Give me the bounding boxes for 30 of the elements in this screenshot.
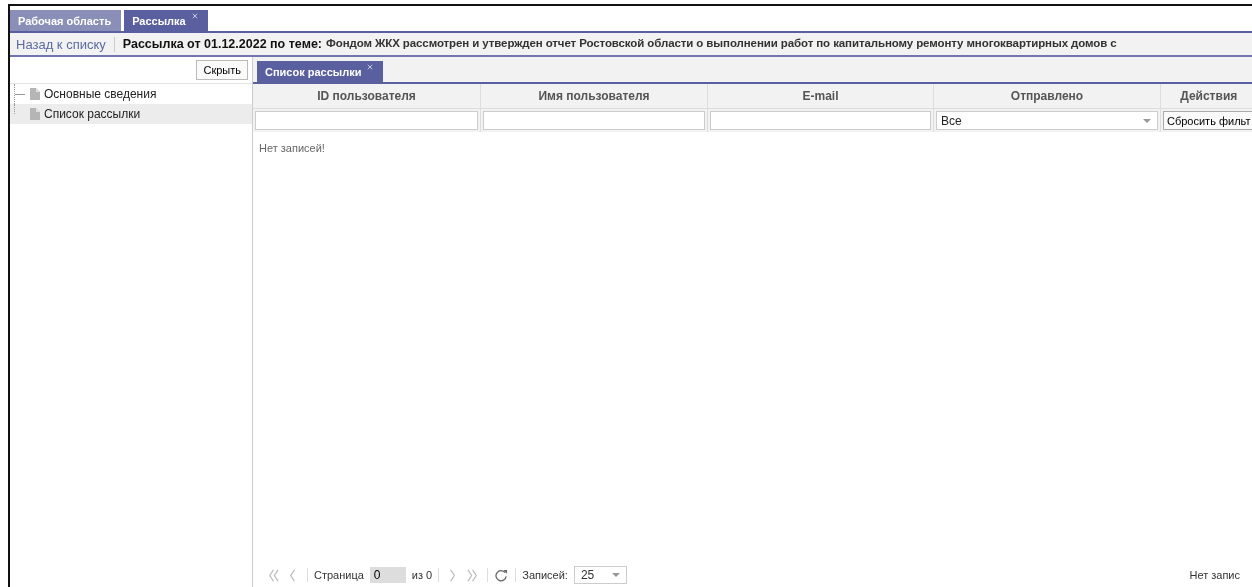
tree-item[interactable]: Список рассылки (10, 104, 252, 124)
records-summary: Нет запис (1189, 569, 1240, 581)
column-header[interactable]: ID пользователя (253, 84, 481, 109)
hide-button[interactable]: Скрыть (196, 60, 248, 80)
close-icon[interactable] (367, 64, 374, 70)
column-header[interactable]: Действия (1161, 84, 1252, 109)
column-header[interactable]: Отправлено (934, 84, 1161, 109)
filter-field[interactable] (710, 111, 931, 130)
caret-icon (1143, 116, 1151, 125)
column-header[interactable]: E-mail (708, 84, 934, 109)
back-link[interactable]: Назад к списку (16, 36, 115, 52)
refresh-icon[interactable] (494, 568, 510, 582)
filter-field[interactable] (483, 111, 705, 130)
empty-message: Нет записей! (259, 142, 326, 154)
column-header[interactable]: Имя пользователя (481, 84, 708, 109)
per-page-label: Записей: (522, 569, 568, 581)
page-count: из 0 (411, 569, 433, 581)
filter-field[interactable] (255, 111, 478, 130)
reset-filter-button[interactable]: Сбросить фильт (1163, 111, 1252, 130)
page-title: Рассылка от 01.12.2022 по теме: (122, 37, 322, 51)
close-icon[interactable] (191, 13, 198, 19)
subject-text: Фондом ЖКХ рассмотрен и утвержден отчет Ростовской области о выполнении работ по капитальному ремонту многоквартирных домов с (326, 37, 1117, 51)
page-label: Страница (314, 569, 364, 581)
caret-icon (612, 571, 621, 579)
document-icon (30, 88, 40, 100)
filter-dropdown[interactable]: Все (936, 111, 1158, 130)
document-icon (30, 108, 40, 120)
per-page-dropdown[interactable]: 25 (573, 566, 628, 584)
tree-item[interactable]: Основные сведения (10, 84, 252, 104)
page-field[interactable]: 0 (369, 567, 406, 583)
